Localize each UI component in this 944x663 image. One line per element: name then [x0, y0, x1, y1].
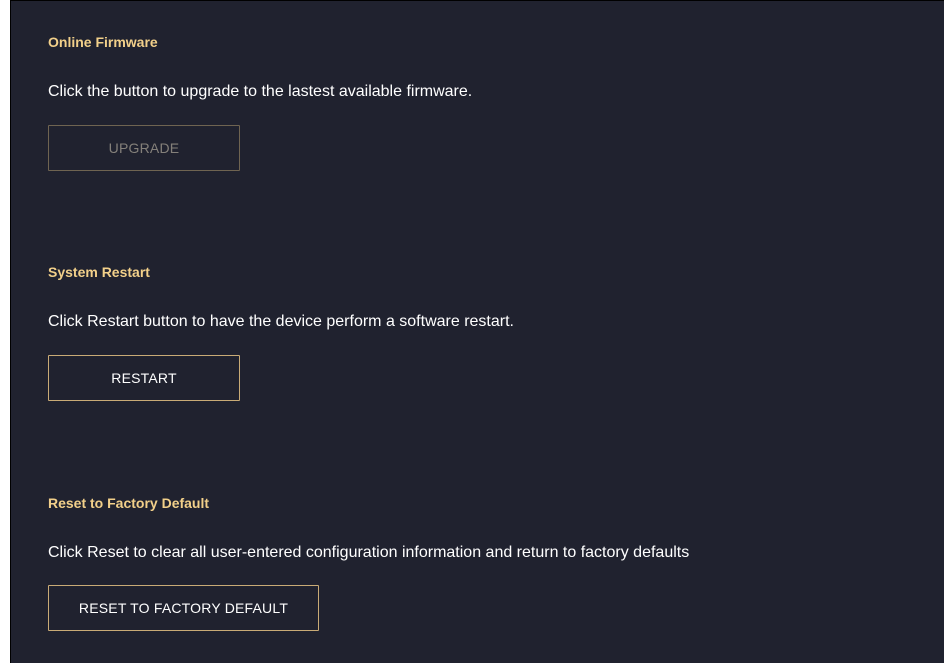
reset-factory-description: Click Reset to clear all user-entered co…	[48, 544, 690, 561]
restart-button[interactable]: RESTART	[48, 355, 240, 401]
reset-factory-title: Reset to Factory Default	[48, 495, 210, 511]
system-restart-description: Click Restart button to have the device …	[48, 313, 514, 330]
reset-factory-button[interactable]: RESET TO FACTORY DEFAULT	[48, 585, 319, 631]
system-restart-title: System Restart	[48, 264, 150, 280]
maintenance-panel: Online Firmware Click the button to upgr…	[10, 0, 944, 663]
online-firmware-title: Online Firmware	[48, 34, 158, 50]
upgrade-button[interactable]: UPGRADE	[48, 125, 240, 171]
online-firmware-description: Click the button to upgrade to the laste…	[48, 83, 473, 100]
